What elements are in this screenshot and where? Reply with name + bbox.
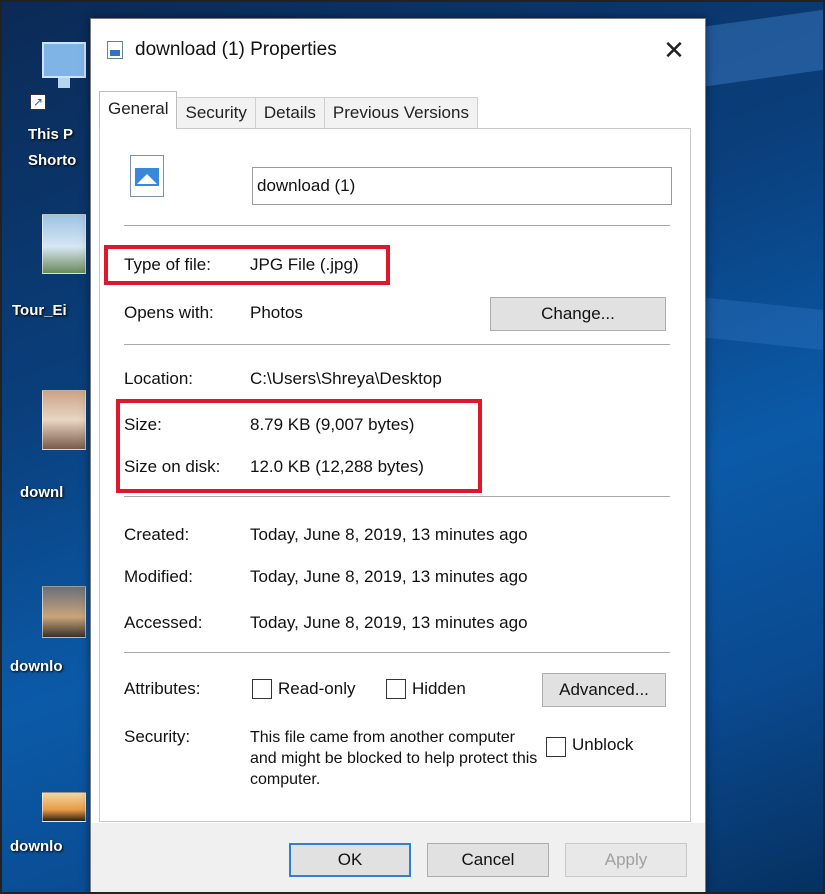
- security-label: Security:: [124, 727, 191, 746]
- advanced-button[interactable]: Advanced...: [542, 673, 666, 707]
- image-thumbnail-icon: [42, 586, 86, 638]
- desktop-icon-label: This P: [28, 126, 74, 143]
- monitor-icon: [42, 42, 86, 78]
- dialog-title: download (1) Properties: [135, 39, 337, 60]
- modified-label: Modified:: [124, 567, 193, 586]
- read-only-checkbox[interactable]: [252, 679, 272, 699]
- ok-button[interactable]: OK: [289, 843, 411, 877]
- properties-dialog: download (1) Properties ✕ General Securi…: [90, 18, 706, 892]
- created-value: Today, June 8, 2019, 13 minutes ago: [250, 525, 528, 544]
- separator: [124, 344, 670, 345]
- attributes-label: Attributes:: [124, 679, 201, 698]
- location-label: Location:: [124, 369, 193, 388]
- tab-security[interactable]: Security: [176, 97, 256, 129]
- desktop-icon-label: downlo: [10, 658, 63, 675]
- tab-previous-versions[interactable]: Previous Versions: [323, 97, 478, 129]
- cancel-button[interactable]: Cancel: [427, 843, 549, 877]
- image-thumbnail-icon: [42, 214, 86, 274]
- image-file-icon: [107, 41, 123, 59]
- hidden-label[interactable]: Hidden: [412, 679, 466, 699]
- separator: [124, 225, 670, 226]
- opens-with-value: Photos: [250, 303, 303, 322]
- desktop-icon-label: downlo: [10, 838, 63, 855]
- separator: [124, 496, 670, 497]
- accessed-value: Today, June 8, 2019, 13 minutes ago: [250, 613, 528, 632]
- close-button[interactable]: ✕: [657, 35, 691, 65]
- general-tab-panel: Type of file: JPG File (.jpg) Opens with…: [99, 128, 691, 822]
- modified-value: Today, June 8, 2019, 13 minutes ago: [250, 567, 528, 586]
- read-only-label[interactable]: Read-only: [278, 679, 356, 699]
- separator: [124, 652, 670, 653]
- close-icon: ✕: [663, 35, 685, 65]
- screenshot-frame: ↗ This P Shorto Tour_Ei downl downlo dow…: [0, 0, 825, 894]
- desktop-icon-label: downl: [20, 484, 64, 501]
- tab-details[interactable]: Details: [254, 97, 325, 129]
- tab-bar: General Security Details Previous Versio…: [99, 91, 478, 129]
- security-message: This file came from another computer and…: [250, 729, 538, 788]
- image-file-icon: [130, 155, 164, 197]
- highlight-box-size: [116, 399, 482, 493]
- hidden-checkbox[interactable]: [386, 679, 406, 699]
- highlight-box-type: [104, 245, 390, 285]
- file-name-input[interactable]: [252, 167, 672, 205]
- shortcut-arrow-icon: ↗: [30, 94, 46, 110]
- change-button[interactable]: Change...: [490, 297, 666, 331]
- created-label: Created:: [124, 525, 190, 544]
- location-value: C:\Users\Shreya\Desktop: [250, 369, 442, 388]
- monitor-stand-icon: [58, 78, 70, 88]
- dialog-footer: OK Cancel Apply: [91, 823, 705, 892]
- title-bar[interactable]: download (1) Properties ✕: [91, 19, 705, 83]
- image-thumbnail-icon: [42, 792, 86, 822]
- unblock-label[interactable]: Unblock: [572, 735, 633, 755]
- desktop-icon-label: Tour_Ei: [12, 302, 67, 319]
- opens-with-label: Opens with:: [124, 303, 214, 322]
- apply-button[interactable]: Apply: [565, 843, 687, 877]
- image-thumbnail-icon: [42, 390, 86, 450]
- tab-general[interactable]: General: [99, 91, 178, 129]
- desktop-icon-label: Shorto: [28, 152, 77, 169]
- accessed-label: Accessed:: [124, 613, 203, 632]
- picture-glyph: [135, 168, 159, 186]
- unblock-checkbox[interactable]: [546, 737, 566, 757]
